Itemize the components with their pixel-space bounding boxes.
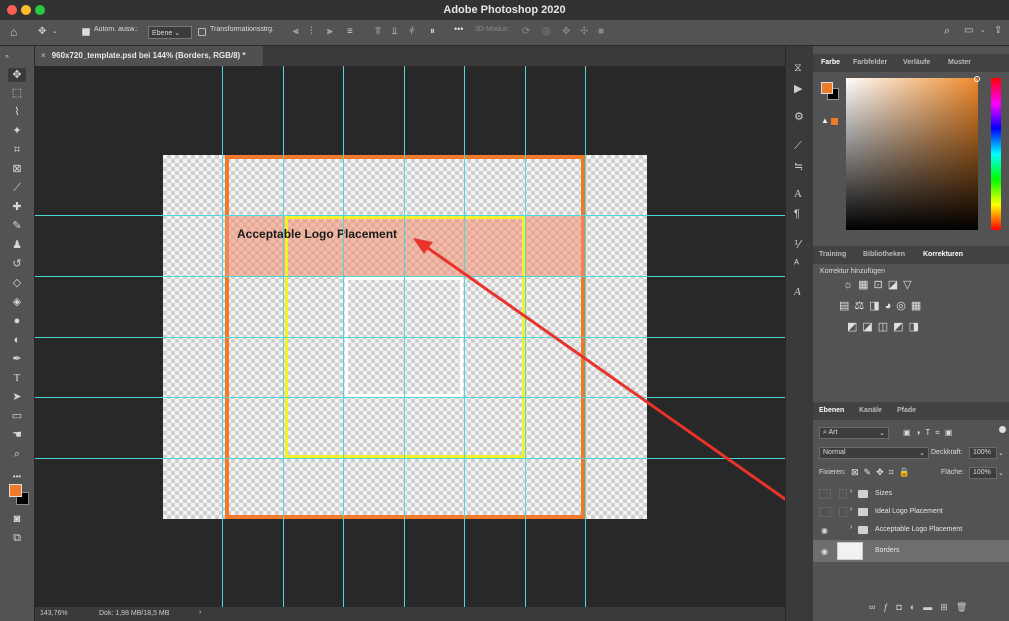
layer-row-ideal-logo-placement[interactable]: › Ideal Logo Placement [813,503,1009,521]
eye-icon[interactable]: ◉ [821,526,828,535]
actions-panel-icon[interactable]: ▶ [794,82,802,95]
color-panel-tabs: Farbe Farbfelder Verläufe Muster [813,54,1009,72]
tab-training[interactable]: Training [819,251,846,258]
tab-farbe[interactable]: Farbe [821,59,840,66]
adjustment-icons-row-1[interactable]: ☼▦⊡◪▽ [843,278,917,291]
lock-icons[interactable]: ⊠✎✥⌗🔒 [851,467,915,478]
hue-slider[interactable] [991,78,1001,230]
opacity-label: Deckkraft: [931,449,963,456]
tab-pfade[interactable]: Pfade [897,407,916,414]
lock-label: Fixieren: [819,469,846,476]
adjustment-icons-row-2[interactable]: ▤⚖◨◕◎▦ [839,299,926,312]
opacity-chevron-icon[interactable]: ⌄ [998,449,1004,457]
layer-row-sizes[interactable]: › Sizes [813,485,1009,503]
folder-icon [858,526,868,534]
layer-name[interactable]: Acceptable Logo Placement [875,526,962,533]
link-slot [839,489,847,499]
gamut-color-swatch[interactable] [831,118,838,125]
blend-mode-value: Normal [823,449,846,456]
right-panels: Farbe Farbfelder Verläufe Muster ▲ Train… [813,46,1009,621]
fill-field[interactable]: 100% [969,467,997,479]
paragraph-styles-icon[interactable]: ᴬ [794,258,799,270]
tab-farbfelder[interactable]: Farbfelder [853,59,887,66]
character-styles-icon[interactable]: ⅟ [794,238,800,251]
folder-icon [858,490,868,498]
layer-filter-value: Art [828,429,838,436]
layers-panel-tabs: Ebenen Kanäle Pfade [813,402,1009,420]
layer-row-borders[interactable]: ◉ Borders [813,540,1009,562]
fill-chevron-icon[interactable]: ⌄ [998,469,1004,477]
filter-toggle-icon[interactable] [999,426,1006,433]
layer-name[interactable]: Ideal Logo Placement [875,508,943,515]
visibility-toggle[interactable] [819,507,831,517]
adjustment-icons-row-3[interactable]: ◩◪◫◩◨ [847,320,924,333]
folder-icon [858,508,868,516]
expand-chevron-icon[interactable]: › [850,524,852,531]
glyphs-panel-icon[interactable]: A [794,286,801,298]
tab-verlaeufe[interactable]: Verläufe [903,59,930,66]
layer-row-acceptable-logo-placement[interactable]: ◉ › Acceptable Logo Placement [813,521,1009,539]
layer-name[interactable]: Sizes [875,490,892,497]
link-slot [839,507,847,517]
add-adjustment-label: Korrektur hinzufügen [820,268,885,275]
layer-filter-dropdown[interactable]: ⌕ Art ⌄ [819,427,889,439]
tab-kanaele[interactable]: Kanäle [859,407,882,414]
tab-ebenen[interactable]: Ebenen [819,407,844,414]
tab-muster[interactable]: Muster [948,59,971,66]
status-menu-arrow[interactable]: › [199,609,201,616]
history-panel-icon[interactable]: ⧖ [794,62,802,75]
paragraph-panel-icon[interactable]: ¶ [794,208,800,220]
color-picker-cursor[interactable] [974,76,980,82]
document-info: Dok: 1,98 MB/18,5 MB [99,610,170,617]
layer-thumbnail [837,542,863,560]
visibility-toggle[interactable] [819,489,831,499]
annotation-arrowhead [413,238,433,254]
opacity-field[interactable]: 100% [969,447,997,459]
expand-chevron-icon[interactable]: › [850,506,852,513]
zoom-level[interactable]: 143,76% [40,610,68,617]
gamut-warning-icon: ▲ [821,116,829,125]
color-picker-field[interactable] [846,78,978,230]
brush-settings-icon[interactable]: ≒ [794,160,803,173]
layer-filter-icons[interactable]: ▣◑T⌗▣ [903,428,957,438]
expand-chevron-icon[interactable]: › [850,488,852,495]
annotation-arrow-line [424,244,813,520]
layer-name[interactable]: Borders [875,547,900,554]
character-panel-icon[interactable]: A [794,188,802,200]
tab-korrekturen[interactable]: Korrekturen [923,251,963,258]
color-panel-foreground-swatch[interactable] [821,82,833,94]
tab-bibliotheken[interactable]: Bibliotheken [863,251,905,258]
properties-panel-icon[interactable]: ⚙ [794,110,804,123]
blend-mode-dropdown[interactable]: Normal ⌄ [819,447,929,459]
status-bar: 143,76% Dok: 1,98 MB/18,5 MB › [35,607,785,621]
fill-label: Fläche: [941,469,964,476]
collapsed-panels-strip: ⧖ ▶ ⚙ ⟋ ≒ A ¶ ⅟ ᴬ A [785,46,813,621]
eye-icon[interactable]: ◉ [821,547,828,556]
adjustments-panel-tabs: Training Bibliotheken Korrekturen [813,246,1009,264]
layers-footer-icons[interactable]: ∞ƒ◘◐▬⊞🗑 [869,602,975,613]
brushes-panel-icon[interactable]: ⟋ [794,140,802,153]
